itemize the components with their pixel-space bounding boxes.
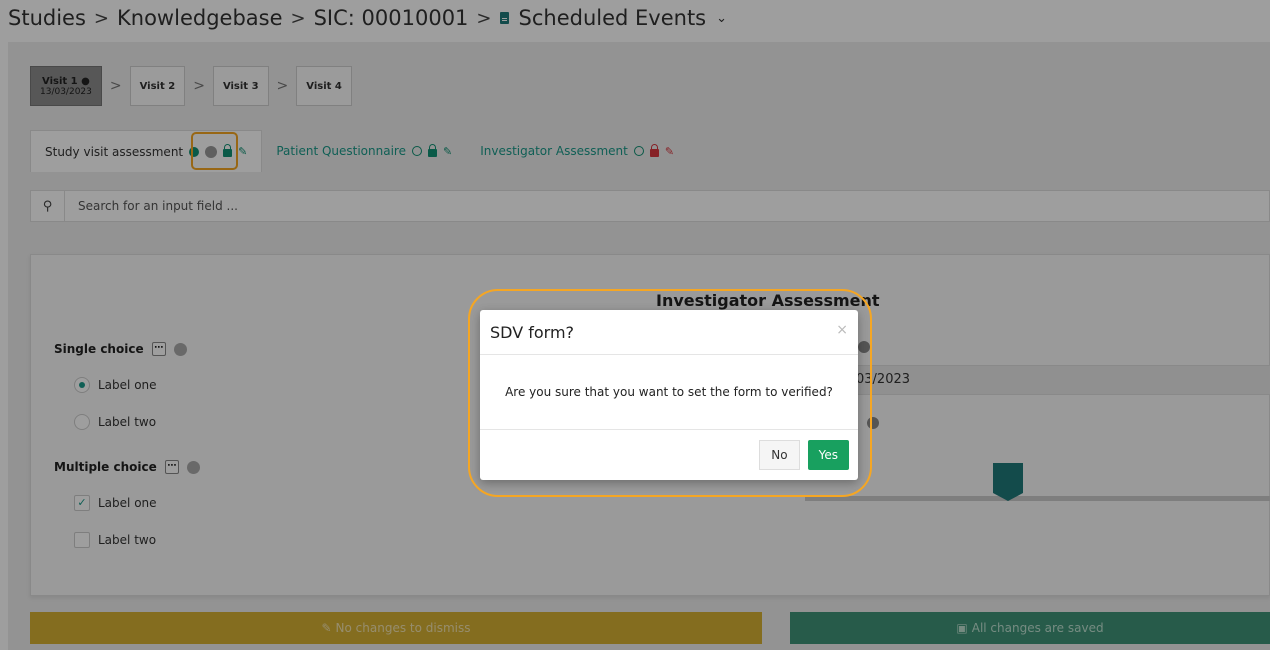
highlight-outline bbox=[468, 289, 872, 497]
